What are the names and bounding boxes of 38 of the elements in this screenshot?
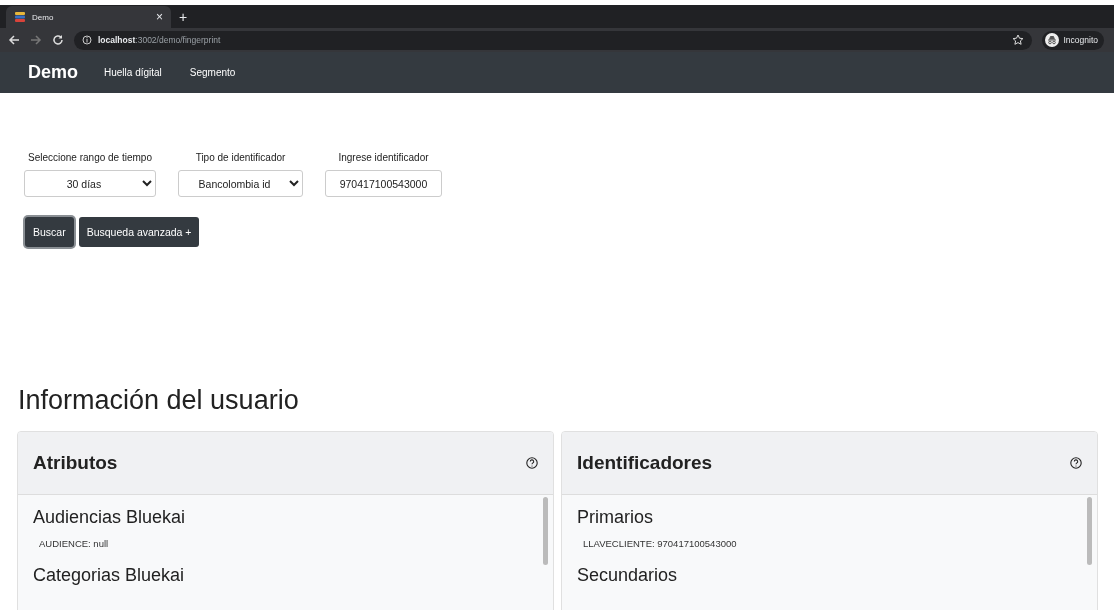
forward-icon[interactable] [30, 34, 42, 46]
card-title: Identificadores [577, 452, 713, 474]
card-title: Atributos [33, 452, 118, 474]
field-label: Tipo de identificador [195, 152, 286, 163]
close-icon[interactable]: × [156, 10, 163, 24]
group-title: Secundarios [577, 565, 679, 586]
group-title: Categorias Bluekai [33, 565, 186, 586]
url-text: localhost:3002/demo/fingerprint [98, 35, 221, 45]
group-title: Primarios [577, 507, 654, 528]
star-icon[interactable] [1011, 34, 1024, 46]
dropdown[interactable]: 30 días [24, 170, 156, 197]
search-button[interactable]: Buscar [25, 217, 74, 247]
help-icon[interactable] [526, 457, 538, 469]
input-field[interactable]: 970417100543000 [325, 170, 442, 197]
address-field[interactable]: localhost:3002/demo/fingerprint [74, 30, 1032, 50]
dropdown[interactable]: Bancolombia id [178, 170, 303, 197]
brand-title[interactable]: Demo [28, 62, 78, 83]
nav-link[interactable]: Segmento [189, 67, 236, 78]
attribute-text: LLAVECLIENTE: 970417100543000 [583, 538, 738, 549]
tab-title: Demo [32, 12, 55, 22]
section-title: Información del usuario [18, 385, 300, 416]
nav-link[interactable]: Huella dígital [104, 67, 162, 78]
scrollbar-thumb[interactable] [543, 497, 548, 565]
attribute-text: AUDIENCE: null [39, 538, 110, 549]
reload-icon[interactable] [52, 34, 64, 46]
favicon-icon[interactable] [14, 11, 26, 23]
field-label: Seleccione rango de tiempo [28, 152, 152, 163]
scrollbar-thumb[interactable] [1087, 497, 1092, 565]
back-icon[interactable] [8, 34, 20, 46]
help-icon[interactable] [1070, 457, 1082, 469]
advanced-search-button[interactable]: Busqueda avanzada + [78, 217, 200, 247]
profile-button[interactable]: Incognito [1041, 30, 1104, 50]
incognito-icon[interactable] [1044, 33, 1059, 47]
new-tab-icon[interactable]: + [179, 9, 188, 25]
info-icon[interactable] [82, 35, 92, 45]
field-label: Ingrese identificador [338, 152, 429, 163]
group-title: Audiencias Bluekai [33, 507, 187, 528]
browser-tab[interactable]: Demo × [6, 6, 171, 28]
